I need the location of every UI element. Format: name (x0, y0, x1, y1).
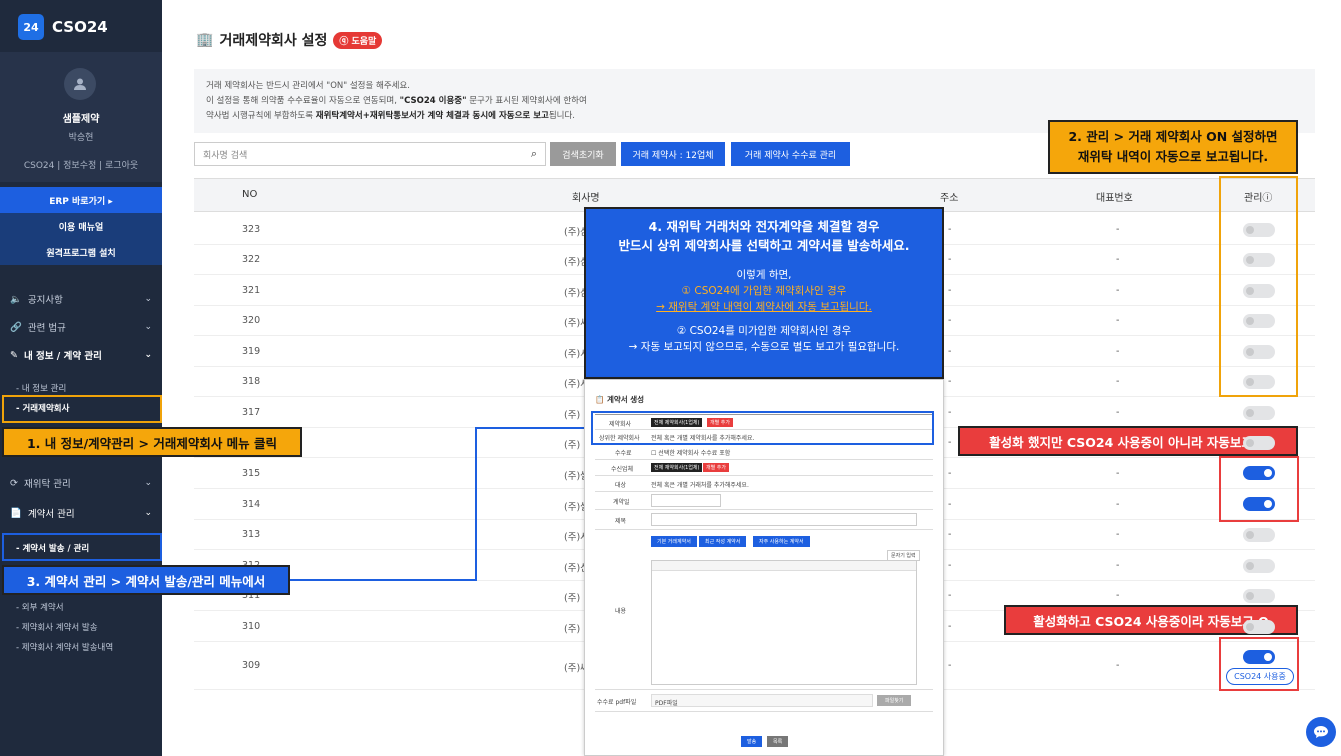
dialog-title: 📋 계약서 생성 (595, 395, 645, 404)
editor-toolbar[interactable] (652, 561, 916, 571)
pdf-input[interactable]: PDF파일 (651, 694, 873, 707)
manage-toggle[interactable] (1243, 559, 1275, 573)
date-input[interactable] (651, 494, 721, 507)
highlight-pharma-select (591, 411, 934, 445)
corp-add-button[interactable]: 개별 추가 (703, 463, 729, 472)
manage-toggle[interactable] (1243, 314, 1275, 328)
manage-toggle[interactable] (1243, 223, 1275, 237)
manage-toggle[interactable] (1243, 406, 1275, 420)
editor-area[interactable] (651, 560, 917, 685)
send-button[interactable]: 발송 (741, 736, 763, 747)
manage-toggle[interactable] (1243, 284, 1275, 298)
manage-toggle[interactable] (1243, 345, 1275, 359)
chat-button[interactable] (1306, 717, 1336, 747)
list-button[interactable]: 목록 (767, 736, 789, 747)
manage-toggle[interactable] (1243, 253, 1275, 267)
fee-checkbox[interactable]: ☐ 선택한 제약회사 수수료 포함 (651, 448, 730, 457)
callout-step4: 4. 재위탁 거래처와 전자계약을 체결할 경우 반드시 상위 제약회사를 선택… (584, 207, 944, 379)
subject-input[interactable] (651, 513, 917, 526)
manage-toggle[interactable] (1243, 436, 1275, 450)
manage-toggle[interactable] (1243, 620, 1275, 634)
chat-icon (1314, 726, 1328, 738)
corp-select[interactable]: 전체 재약회사(1업체) (651, 463, 703, 472)
manage-toggle[interactable] (1243, 375, 1275, 389)
manage-toggle[interactable] (1243, 528, 1275, 542)
tab-recent-contract[interactable]: 최근 작성 계약서 (699, 536, 747, 547)
pdf-file-button[interactable]: 파일찾기 (877, 695, 912, 706)
tab-frequent-contract[interactable]: 자주 사용하는 계약서 (753, 536, 810, 547)
manage-toggle[interactable] (1243, 589, 1275, 603)
tab-basic-contract[interactable]: 기본 거래계약서 (651, 536, 697, 547)
